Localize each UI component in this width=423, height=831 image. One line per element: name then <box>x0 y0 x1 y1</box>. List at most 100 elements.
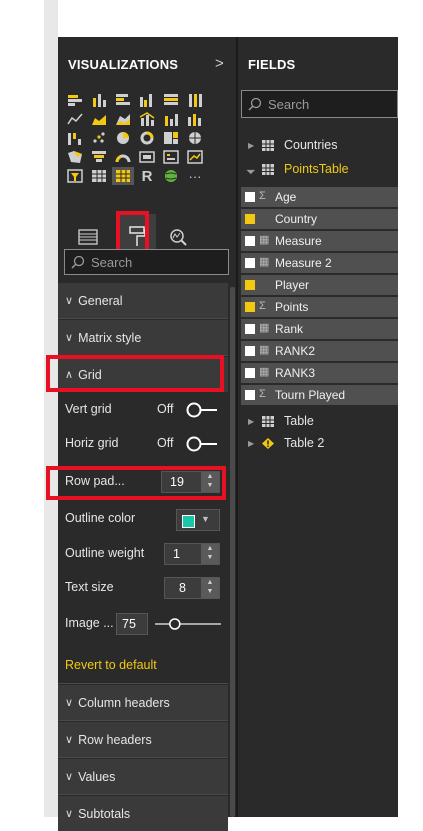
stacked-bar-chart-icon[interactable] <box>64 91 86 109</box>
line-clustered-column-icon[interactable] <box>160 110 182 128</box>
100-percent-bar-chart-icon[interactable] <box>160 91 182 109</box>
format-pane-scrollbar[interactable] <box>230 287 235 817</box>
treemap-icon[interactable] <box>160 129 182 147</box>
spinner-arrows-icon[interactable]: ▲ ▼ <box>201 544 219 564</box>
ribbon-chart-icon[interactable] <box>184 110 206 128</box>
fields-pane: FIELDS Search ▶ Countries ◢ Points Table … <box>238 37 398 817</box>
field-player[interactable]: Player <box>241 275 398 295</box>
field-checkbox[interactable] <box>245 346 255 356</box>
field-checkbox-checked[interactable] <box>245 214 255 224</box>
chevron-down-icon: ∨ <box>65 771 74 783</box>
horiz-grid-toggle[interactable] <box>186 436 218 452</box>
chevron-down-icon: ∨ <box>65 697 74 709</box>
card-icon[interactable] <box>136 148 158 166</box>
field-rank3[interactable]: ▦ RANK3 <box>241 363 398 383</box>
section-matrix-style[interactable]: ∨ Matrix style <box>58 320 228 355</box>
map-icon[interactable] <box>184 129 206 147</box>
pie-chart-icon[interactable] <box>112 129 134 147</box>
field-checkbox[interactable] <box>245 236 255 246</box>
blank-slot-icon <box>208 129 230 147</box>
section-column-headers[interactable]: ∨ Column headers <box>58 685 228 720</box>
field-checkbox[interactable] <box>245 192 255 202</box>
section-row-headers[interactable]: ∨ Row headers <box>58 722 228 757</box>
gauge-icon[interactable] <box>112 148 134 166</box>
field-measure[interactable]: ▦ Measure <box>241 231 398 251</box>
field-label: Country <box>275 212 318 226</box>
grid-section-highlight <box>46 355 224 392</box>
clustered-bar-chart-icon[interactable] <box>112 91 134 109</box>
outline-color-picker[interactable]: ▼ <box>176 509 220 531</box>
field-rank[interactable]: ▦ Rank <box>241 319 398 339</box>
filled-map-icon[interactable] <box>64 148 86 166</box>
collapse-pane-icon[interactable]: > <box>215 55 224 72</box>
area-chart-icon[interactable] <box>88 110 110 128</box>
field-label: Measure <box>275 234 322 248</box>
blank-slot-icon <box>208 91 230 109</box>
field-checkbox[interactable] <box>245 258 255 268</box>
image-size-input[interactable]: 75 <box>116 613 148 635</box>
canvas-edge-strip <box>44 0 58 817</box>
vert-grid-row: Vert grid Off <box>58 394 228 424</box>
clustered-column-chart-icon[interactable] <box>136 91 158 109</box>
funnel-chart-icon[interactable] <box>88 148 110 166</box>
section-subtotals[interactable]: ∨ Subtotals <box>58 796 228 831</box>
row-padding-highlight <box>46 466 226 500</box>
section-values[interactable]: ∨ Values <box>58 759 228 794</box>
field-points[interactable]: Σ Points <box>241 297 398 317</box>
outline-weight-stepper[interactable]: 1 ▲ ▼ <box>164 543 220 565</box>
field-label: Player <box>275 278 310 292</box>
field-measure-2[interactable]: ▦ Measure 2 <box>241 253 398 273</box>
field-checkbox-checked[interactable] <box>245 280 255 290</box>
waterfall-chart-icon[interactable] <box>64 129 86 147</box>
stacked-area-chart-icon[interactable] <box>112 110 134 128</box>
r-script-visual-icon[interactable]: R <box>136 167 158 185</box>
horiz-grid-state: Off <box>157 436 174 450</box>
blank-slot-icon <box>208 110 230 128</box>
text-size-stepper[interactable]: 8 ▲ ▼ <box>164 577 220 599</box>
right-blank-area <box>398 0 423 817</box>
outline-color-row: Outline color ▼ <box>58 503 228 533</box>
field-checkbox[interactable] <box>245 390 255 400</box>
revert-to-default-link[interactable]: Revert to default <box>65 658 157 672</box>
format-search-input[interactable]: Search <box>64 249 229 275</box>
table-countries[interactable]: ▶ Countries <box>238 135 398 157</box>
blank-slot-icon <box>208 148 230 166</box>
scatter-chart-icon[interactable] <box>88 129 110 147</box>
section-label: Row headers <box>78 732 152 747</box>
table-table[interactable]: ▶ Table <box>238 411 398 433</box>
spinner-arrows-icon[interactable]: ▲ ▼ <box>201 578 219 598</box>
table-table-2[interactable]: ▶ Table 2 <box>238 433 398 455</box>
image-size-slider[interactable] <box>153 616 223 632</box>
table-icon <box>262 164 274 175</box>
line-and-column-chart-icon[interactable] <box>136 110 158 128</box>
line-chart-icon[interactable] <box>64 110 86 128</box>
matrix-visual-icon[interactable] <box>112 167 134 185</box>
field-country[interactable]: Country <box>241 209 398 229</box>
search-placeholder: Search <box>91 254 133 270</box>
field-checkbox[interactable] <box>245 324 255 334</box>
table-pointstable[interactable]: ◢ PointsTable <box>238 159 398 181</box>
globe-visual-icon[interactable] <box>160 167 182 185</box>
field-rank2[interactable]: ▦ RANK2 <box>241 341 398 361</box>
kpi-icon[interactable] <box>184 148 206 166</box>
multi-row-card-icon[interactable] <box>160 148 182 166</box>
donut-chart-icon[interactable] <box>136 129 158 147</box>
slider-thumb[interactable] <box>169 618 181 630</box>
field-tourn-played[interactable]: Σ Tourn Played <box>241 385 398 405</box>
section-label: Column headers <box>78 695 170 710</box>
section-general[interactable]: ∨ General <box>58 283 228 318</box>
warning-icon <box>262 438 274 449</box>
field-age[interactable]: Σ Age <box>241 187 398 207</box>
100-percent-column-chart-icon[interactable] <box>184 91 206 109</box>
slicer-icon[interactable] <box>64 167 86 185</box>
table-visual-icon[interactable] <box>88 167 110 185</box>
search-icon <box>248 97 262 111</box>
more-visuals-icon[interactable]: ··· <box>184 167 206 185</box>
field-checkbox[interactable] <box>245 368 255 378</box>
fields-search-input[interactable]: Search <box>241 90 398 118</box>
section-label: Values <box>78 769 116 784</box>
field-checkbox-checked[interactable] <box>245 302 255 312</box>
sigma-icon: Σ <box>259 300 266 312</box>
stacked-column-chart-icon[interactable] <box>88 91 110 109</box>
vert-grid-toggle[interactable] <box>186 402 218 418</box>
